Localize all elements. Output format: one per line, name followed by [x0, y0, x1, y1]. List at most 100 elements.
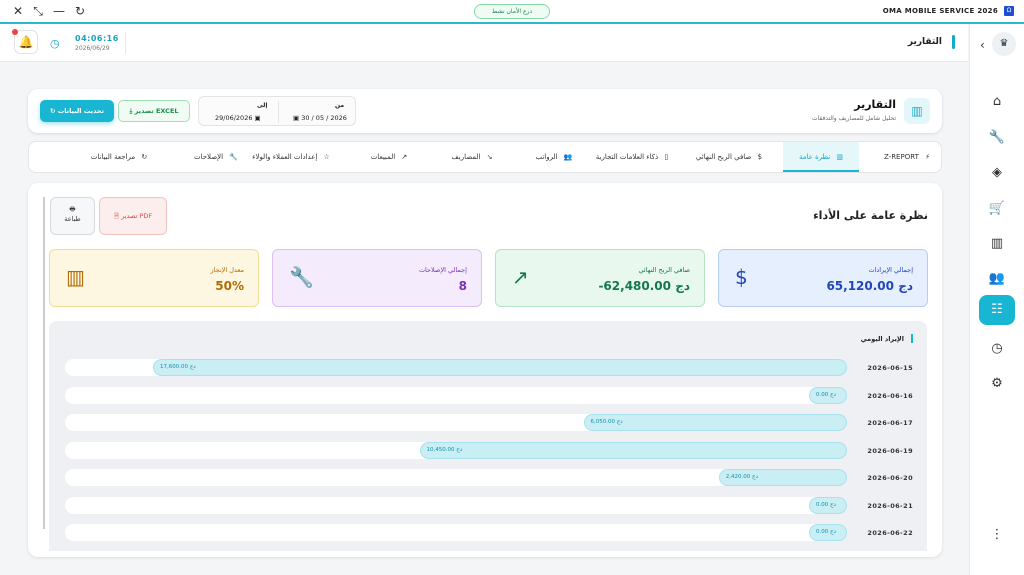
- chart-title-accent: [911, 334, 913, 343]
- minimize-icon[interactable]: —: [51, 4, 67, 18]
- tab-icon: ▥: [834, 153, 844, 161]
- from-date-value: 30 / 05 / 2026: [301, 114, 347, 122]
- reload-icon[interactable]: ↻: [72, 4, 88, 18]
- chart-row-track: 10,450.00 دج: [65, 441, 847, 459]
- tab-icon: ↗: [399, 153, 408, 161]
- tab-label: نظرة عامة: [798, 153, 831, 161]
- tab-3[interactable]: صافي الربح النهائي $: [677, 142, 781, 172]
- reports-icon[interactable]: ☷: [979, 295, 1015, 325]
- tab-icon: ↘: [484, 153, 493, 161]
- wrench-icon[interactable]: 🔧: [984, 125, 1010, 151]
- tab-label: ذكاء العلامات التجارية: [595, 153, 659, 161]
- header-title: التقارير: [854, 98, 896, 111]
- stat-value: 50%: [215, 279, 244, 293]
- tab-2[interactable]: نظرة عامة ▥: [783, 142, 859, 172]
- chart-row-track: 0.00 دج: [65, 386, 847, 404]
- tab-label: صافي الربح النهائي: [695, 153, 752, 161]
- tab-5[interactable]: الرواتب 👥: [523, 142, 585, 172]
- reports-icon: ▥: [904, 98, 930, 124]
- close-icon[interactable]: ✕: [10, 4, 26, 18]
- more-icon[interactable]: ⋮: [984, 522, 1010, 548]
- chart-bar: 0.00 دج: [809, 496, 847, 514]
- settings-icon[interactable]: ⚙: [984, 371, 1010, 397]
- chart-value-label: 17,600.00 دج: [160, 364, 196, 370]
- chart-bar: 0.00 دج: [809, 524, 847, 541]
- notifications-button[interactable]: 🔔: [14, 30, 38, 54]
- window-titlebar: ✕ ⤡ — ↻ درع الأمان نشط OMA MOBILE SERVIC…: [0, 0, 1024, 24]
- tab-label: إعدادات العملاء والولاء: [252, 153, 318, 161]
- tab-label: المصاريف: [451, 153, 481, 161]
- tab-1[interactable]: Z-REPORT ⚡: [871, 142, 943, 172]
- daily-revenue-chart: الإيراد اليومي 17,600.00 دج 2026-06-15 0.0…: [49, 321, 927, 551]
- chart-row-track: 0.00 دج: [65, 524, 847, 541]
- tab-label: مراجعة البيانات: [90, 153, 136, 161]
- app-name: OMA MOBILE SERVICE 2026: [882, 7, 998, 15]
- from-label: من: [335, 102, 345, 109]
- print-button[interactable]: 🖶 طباعة: [50, 197, 95, 235]
- stat-value: 65,120.00 دج: [826, 279, 913, 293]
- chart-row-track: 0.00 دج: [65, 496, 847, 514]
- tab-icon: ↻: [139, 153, 148, 161]
- divider: [278, 101, 279, 123]
- tab-9[interactable]: الإصلاحات 🔧: [194, 142, 238, 172]
- tab-icon: 🔧: [227, 153, 239, 161]
- tab-icon: ☆: [321, 153, 330, 161]
- safe-mode-badge: درع الأمان نشط: [474, 4, 550, 19]
- chart-value-label: 0.00 دج: [816, 391, 836, 398]
- export-pdf-button[interactable]: 🗎 تصدير PDF: [99, 197, 167, 235]
- refresh-label: تحديث البيانات: [57, 107, 104, 115]
- stat-label: إجمالي الإيرادات: [868, 266, 913, 274]
- page-title: التقارير: [907, 37, 942, 47]
- tab-6[interactable]: المصاريف ↘: [426, 142, 518, 172]
- sidebar: ‹ ♛ ⌂ 🔧 ◈ 🛒 ▥ 👥 ☷ ◷ ⚙ ⋮: [969, 24, 1024, 575]
- to-label: إلى: [257, 102, 268, 109]
- chart-row-track: 6,050.00 دج: [65, 414, 847, 431]
- home-icon[interactable]: ⌂: [984, 89, 1010, 115]
- tab-8[interactable]: إعدادات العملاء والولاء ☆: [231, 142, 351, 172]
- stat-icon: ▥: [66, 265, 85, 289]
- chart-row-track: 17,600.00 دج: [65, 359, 847, 376]
- chart-category-label: 2026-06-22: [867, 529, 913, 537]
- total-revenue-card: إجمالي الإيرادات 65,120.00 دج $: [718, 249, 928, 307]
- stat-label: إجمالي الإصلاحات: [418, 266, 467, 274]
- tab-icon: 👥: [561, 153, 573, 161]
- restore-icon[interactable]: ⤡: [30, 4, 46, 18]
- chart-value-label: 10,450.00 دج: [426, 446, 463, 453]
- chart-category-label: 2026-06-19: [867, 446, 913, 455]
- tab-4[interactable]: ذكاء العلامات التجارية ▯: [589, 142, 675, 172]
- date-range: من ▣ 30 / 05 / 2026 إلى 29/06/2026 ▣: [198, 96, 356, 126]
- chart-category-label: 2026-06-15: [867, 364, 913, 372]
- history-icon[interactable]: ◷: [984, 336, 1010, 362]
- users-icon[interactable]: 👥: [984, 266, 1010, 292]
- tab-10[interactable]: مراجعة البيانات ↻: [69, 142, 169, 172]
- chart-category-label: 2026-06-16: [867, 391, 913, 400]
- collapse-chevron-icon[interactable]: ‹: [980, 38, 985, 52]
- tab-label: الرواتب: [535, 153, 558, 161]
- completion-rate-card: معدل الإنجاز 50% ▥: [49, 249, 259, 307]
- export-excel-button[interactable]: ⤓ تصدير EXCEL: [118, 100, 190, 122]
- from-date-input[interactable]: ▣ 30 / 05 / 2026: [293, 114, 347, 122]
- total-repairs-card: إجمالي الإصلاحات 8 🔧: [272, 249, 482, 307]
- chart-category-label: 2026-06-20: [867, 474, 913, 482]
- calendar-icon: ▣: [252, 114, 261, 122]
- tab-icon: ▯: [662, 153, 669, 161]
- export-excel-label: تصدير EXCEL: [134, 107, 179, 115]
- to-date-value: 29/06/2026: [215, 114, 253, 122]
- box-icon[interactable]: ◈: [984, 160, 1010, 186]
- tab-7[interactable]: المبيعات ↗: [354, 142, 424, 172]
- chart-value-label: 0.00 دج: [816, 529, 836, 535]
- chart-value-label: 2,420.00 دج: [725, 474, 759, 480]
- brand-logo-icon: ♛: [992, 32, 1016, 56]
- bar-chart-icon[interactable]: ▥: [984, 231, 1010, 257]
- scrollbar[interactable]: [43, 197, 45, 529]
- report-tabs: Z-REPORT ⚡ نظرة عامة ▥ صافي الربح النهائي …: [28, 141, 942, 173]
- stat-icon: $: [735, 265, 748, 289]
- net-profit-card: صافي الربح النهائي -62,480.00 دج ↗: [495, 249, 705, 307]
- cart-icon[interactable]: 🛒: [984, 196, 1010, 222]
- printer-icon: 🖶: [69, 205, 76, 213]
- to-date-input[interactable]: 29/06/2026 ▣: [215, 114, 261, 122]
- title-accent: [952, 35, 955, 49]
- stat-icon: 🔧: [289, 265, 314, 289]
- refresh-data-button[interactable]: ↻ تحديث البيانات: [40, 100, 114, 122]
- notification-dot: [12, 29, 18, 35]
